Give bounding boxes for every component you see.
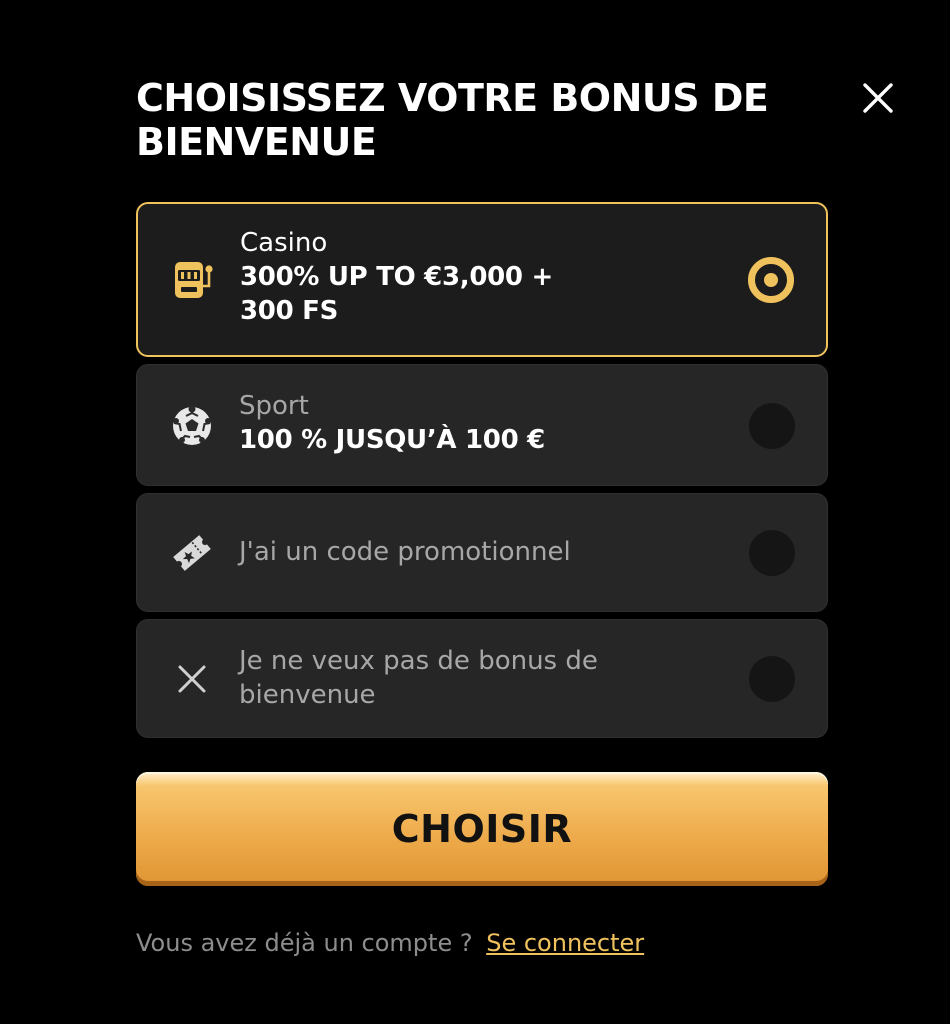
login-link[interactable]: Se connecter <box>486 929 644 957</box>
option-label: Sport <box>239 391 309 421</box>
bonus-options-list: Casino 300% UP TO €3,000 + 300 FS Sport … <box>136 202 828 738</box>
option-offer: 300% UP TO €3,000 + 300 FS <box>240 262 553 326</box>
close-button[interactable] <box>856 76 900 120</box>
option-label: Je ne veux pas de bonus de bienvenue <box>239 646 598 710</box>
radio-selected[interactable] <box>748 257 794 303</box>
option-offer: 100 % JUSQU’À 100 € <box>239 425 545 455</box>
login-prompt-text: Vous avez déjà un compte ? <box>136 929 473 957</box>
radio-unselected[interactable] <box>749 656 795 702</box>
slot-machine-icon <box>168 255 218 305</box>
no-bonus-x-icon <box>167 654 217 704</box>
option-label: J'ai un code promotionnel <box>239 537 571 567</box>
close-icon <box>863 83 893 113</box>
option-promo-code[interactable]: J'ai un code promotionnel <box>136 493 828 612</box>
soccer-ball-icon <box>167 401 217 451</box>
login-prompt: Vous avez déjà un compte ? Se connecter <box>136 926 644 960</box>
radio-unselected[interactable] <box>749 403 795 449</box>
radio-unselected[interactable] <box>749 530 795 576</box>
promo-ticket-icon <box>167 528 217 578</box>
option-sport[interactable]: Sport 100 % JUSQU’À 100 € <box>136 364 828 486</box>
option-no-bonus[interactable]: Je ne veux pas de bonus de bienvenue <box>136 619 828 738</box>
page-title: CHOISISSEZ VOTRE BONUS DE BIENVENUE <box>136 76 769 164</box>
choose-button[interactable]: CHOISIR <box>136 772 828 886</box>
option-label: Casino <box>240 228 328 258</box>
choose-button-label: CHOISIR <box>391 807 573 851</box>
option-casino[interactable]: Casino 300% UP TO €3,000 + 300 FS <box>136 202 828 357</box>
